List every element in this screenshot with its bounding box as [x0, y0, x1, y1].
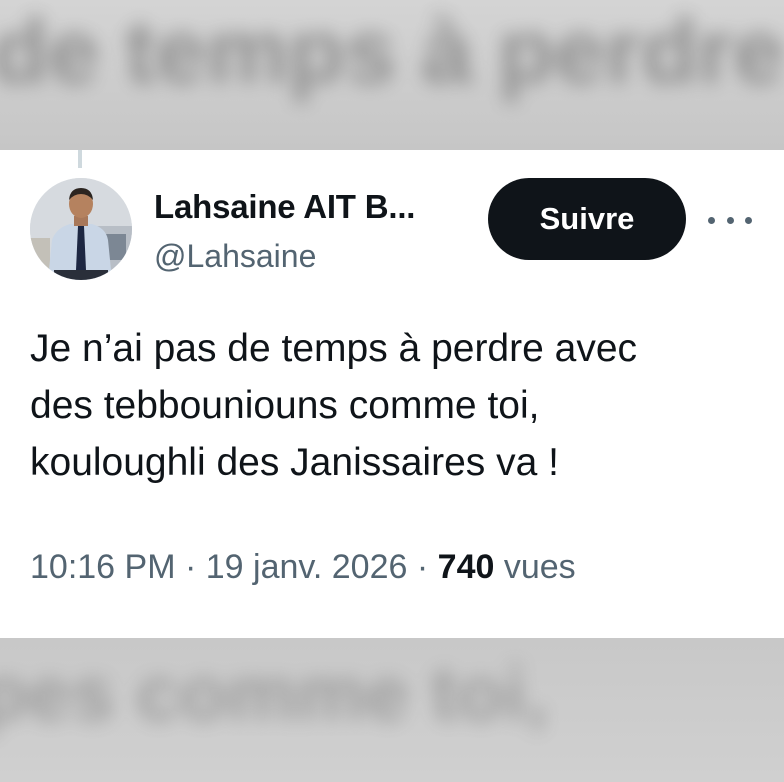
- tweet-text-line: des tebbouniouns comme toi,: [30, 384, 540, 427]
- author-name[interactable]: Lahsaine AIT B...: [154, 188, 415, 226]
- blurred-text-bottom: pes comme toi,: [0, 649, 548, 737]
- tweet-date[interactable]: 19 janv. 2026: [206, 548, 408, 586]
- avatar[interactable]: [30, 178, 132, 280]
- more-horizontal-icon[interactable]: [708, 200, 752, 240]
- meta-separator: ·: [416, 548, 429, 586]
- tweet-text-line: Je n’ai pas de temps à perdre avec: [30, 327, 638, 370]
- tweet-metadata: 10:16 PM · 19 janv. 2026 · 740 vues: [30, 548, 576, 587]
- more-dot: [745, 216, 752, 224]
- thread-connector-line: [78, 150, 82, 168]
- more-dot: [708, 216, 715, 224]
- more-dot: [726, 216, 734, 224]
- views-count: 740: [437, 548, 495, 586]
- avatar-photo: [30, 178, 132, 280]
- blurred-text-top: de temps à perdre: [0, 1, 784, 103]
- tweet-time[interactable]: 10:16 PM: [30, 548, 176, 586]
- follow-button[interactable]: Suivre: [488, 178, 686, 260]
- tweet-text-line: kouloughli des Janissaires va !: [30, 441, 559, 484]
- views-label: vues: [503, 548, 576, 586]
- meta-separator: ·: [184, 548, 197, 586]
- blurred-background-top: de temps à perdre: [0, 0, 784, 150]
- tweet-text: Je n’ai pas de temps à perdre avec des t…: [30, 320, 760, 491]
- author-handle[interactable]: @Lahsaine: [154, 238, 316, 275]
- tweet-card[interactable]: Lahsaine AIT B... @Lahsaine Suivre Je n’…: [0, 150, 784, 638]
- blurred-background-bottom: pes comme toi,: [0, 638, 784, 782]
